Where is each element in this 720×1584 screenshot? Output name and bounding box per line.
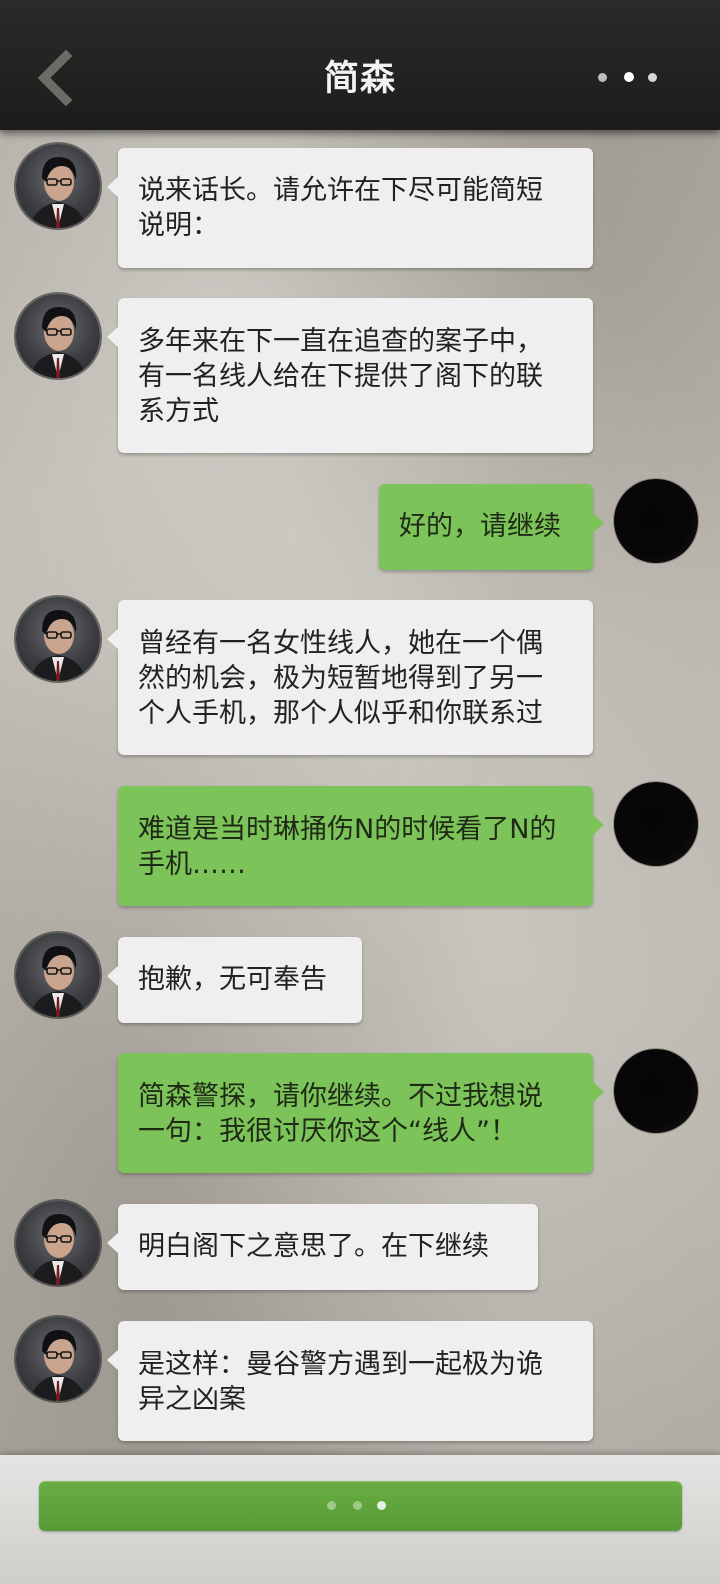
bubble-tail	[107, 1349, 119, 1371]
person-portrait-icon	[30, 1213, 86, 1285]
message-text: 多年来在下一直在追查的案子中， 有一名线人给在下提供了阁下的联 系方式	[138, 326, 543, 427]
more-dot	[648, 73, 657, 82]
message-text: 明白阁下之意思了。在下继续	[138, 1231, 489, 1262]
message-text: 好的，请继续	[399, 511, 561, 542]
avatar-jansen[interactable]	[16, 144, 100, 228]
message-text: 曾经有一名女性线人，她在一个偶 然的机会，极为短暂地得到了另一 个人手机，那个人…	[138, 628, 543, 729]
message-bubble: 抱歉，无可奉告	[107, 937, 362, 1023]
message-bubble: 多年来在下一直在追查的案子中， 有一名线人给在下提供了阁下的联 系方式	[107, 298, 593, 453]
bubble-tail	[592, 814, 604, 836]
avatar-me[interactable]	[614, 479, 698, 563]
avatar-jansen[interactable]	[16, 1201, 100, 1285]
bubble-tail	[107, 628, 119, 650]
bubble-tail	[592, 512, 604, 534]
avatar-jansen[interactable]	[16, 933, 100, 1017]
bubble-tail	[107, 326, 119, 348]
avatar-me[interactable]	[614, 1049, 698, 1133]
avatar-jansen[interactable]	[16, 597, 100, 681]
avatar-jansen[interactable]	[16, 1317, 100, 1401]
message-text: 简森警探，请你继续。不过我想说 一句：我很讨厌你这个“线人”！	[138, 1081, 543, 1147]
avatar-jansen[interactable]	[16, 294, 100, 378]
message-bubble: 明白阁下之意思了。在下继续	[107, 1204, 538, 1290]
person-portrait-icon	[30, 945, 86, 1017]
bubble-tail	[107, 965, 119, 987]
continue-button[interactable]	[39, 1481, 682, 1531]
message-bubble: 难道是当时琳捅伤N的时候看了N的 手机……	[118, 786, 604, 906]
more-dots-icon	[598, 73, 607, 82]
header-bar: 简森	[0, 0, 720, 130]
avatar-me[interactable]	[614, 782, 698, 866]
person-portrait-icon	[30, 156, 86, 228]
bubble-tail	[592, 1081, 604, 1103]
more-dot	[624, 72, 634, 82]
message-bubble: 是这样：曼谷警方遇到一起极为诡 异之凶案	[107, 1321, 593, 1441]
ellipsis-icon	[327, 1501, 336, 1510]
message-bubble: 曾经有一名女性线人，她在一个偶 然的机会，极为短暂地得到了另一 个人手机，那个人…	[107, 600, 593, 755]
message-text: 是这样：曼谷警方遇到一起极为诡 异之凶案	[138, 1349, 543, 1415]
message-bubble: 简森警探，请你继续。不过我想说 一句：我很讨厌你这个“线人”！	[118, 1053, 604, 1173]
person-portrait-icon	[30, 1329, 86, 1401]
message-text: 难道是当时琳捅伤N的时候看了N的 手机……	[138, 814, 557, 880]
person-portrait-icon	[30, 609, 86, 681]
message-text: 说来话长。请允许在下尽可能简短 说明：	[138, 175, 543, 241]
bubble-tail	[107, 176, 119, 198]
bubble-tail	[107, 1232, 119, 1254]
message-bubble: 好的，请继续	[379, 484, 604, 570]
message-text: 抱歉，无可奉告	[138, 964, 327, 995]
message-bubble: 说来话长。请允许在下尽可能简短 说明：	[107, 148, 593, 268]
person-portrait-icon	[30, 306, 86, 378]
ellipsis-dot	[353, 1501, 362, 1510]
more-options-button[interactable]	[590, 60, 670, 94]
footer-bar	[0, 1455, 720, 1584]
ellipsis-dot	[377, 1501, 386, 1510]
